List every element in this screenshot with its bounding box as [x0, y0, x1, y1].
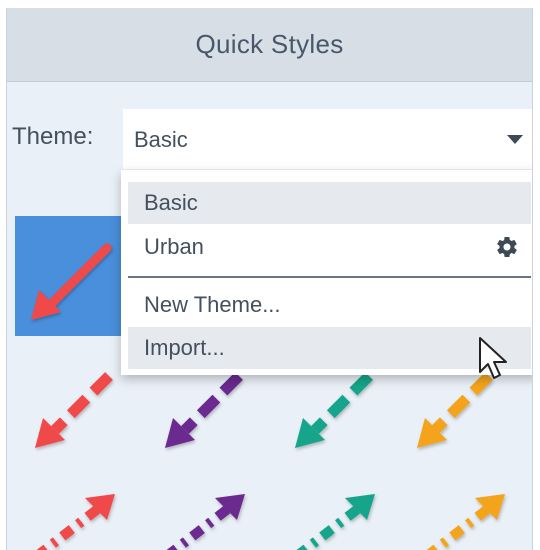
- menu-item-import[interactable]: Import...: [128, 327, 531, 369]
- arrow-style-dotdash-purple[interactable]: [166, 494, 245, 550]
- arrow-style-dotdash-green[interactable]: [296, 494, 375, 550]
- arrow-style-dashed-red[interactable]: [35, 372, 113, 448]
- arrow-style-solid-red[interactable]: [31, 243, 112, 320]
- theme-dropdown-menu: Basic Urban New Theme... Import...: [121, 170, 532, 375]
- menu-item-basic[interactable]: Basic: [128, 182, 531, 224]
- mouse-pointer-icon: [479, 337, 507, 379]
- menu-item-label: Urban: [144, 234, 204, 259]
- gear-icon[interactable]: [495, 235, 519, 259]
- menu-item-label: Basic: [144, 190, 198, 215]
- arrow-style-dotdash-red[interactable]: [36, 494, 115, 550]
- menu-item-label: New Theme...: [144, 292, 281, 317]
- menu-separator: [128, 276, 531, 278]
- arrow-style-dashed-green[interactable]: [295, 372, 373, 448]
- menu-item-new-theme[interactable]: New Theme...: [128, 284, 531, 326]
- menu-item-label: Import...: [144, 335, 225, 360]
- arrow-style-dashed-purple[interactable]: [165, 372, 243, 448]
- arrow-style-dotdash-orange[interactable]: [426, 494, 505, 550]
- arrow-style-dashed-orange[interactable]: [417, 372, 493, 448]
- quick-styles-panel: Quick Styles Theme: Basic Basic Urban Ne…: [6, 8, 533, 550]
- menu-item-urban[interactable]: Urban: [128, 226, 531, 268]
